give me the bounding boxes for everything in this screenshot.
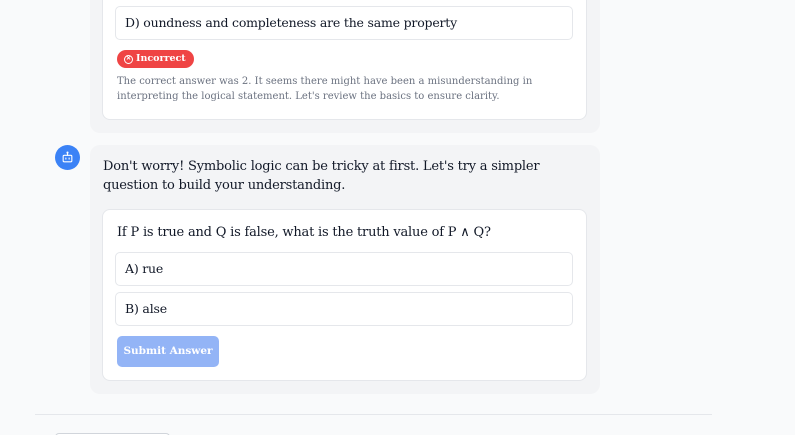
incorrect-badge: ✕ Incorrect	[117, 50, 194, 68]
previous-question-card: D) oundness and completeness are the sam…	[102, 0, 587, 120]
assistant-message-bubble: Don't worry! Symbolic logic can be trick…	[90, 145, 600, 394]
question-prompt: If P is true and Q is false, what is the…	[117, 225, 491, 240]
chat-divider	[35, 414, 712, 415]
feedback-explanation: The correct answer was 2. It seems there…	[117, 76, 533, 102]
assistant-avatar	[55, 145, 80, 170]
assistant-message-text: Don't worry! Symbolic logic can be trick…	[103, 159, 540, 193]
question-card: If P is true and Q is false, what is the…	[102, 209, 587, 381]
incorrect-badge-label: Incorrect	[136, 53, 186, 64]
previous-question-bubble: D) oundness and completeness are the sam…	[90, 0, 600, 133]
answer-option-b[interactable]: B) alse	[115, 292, 573, 326]
robot-icon	[62, 151, 73, 163]
answer-option-d[interactable]: D) oundness and completeness are the sam…	[115, 6, 573, 40]
submit-answer-button[interactable]: Submit Answer	[117, 336, 219, 367]
answer-option-a[interactable]: A) rue	[115, 252, 573, 286]
x-circle-icon: ✕	[124, 54, 133, 64]
